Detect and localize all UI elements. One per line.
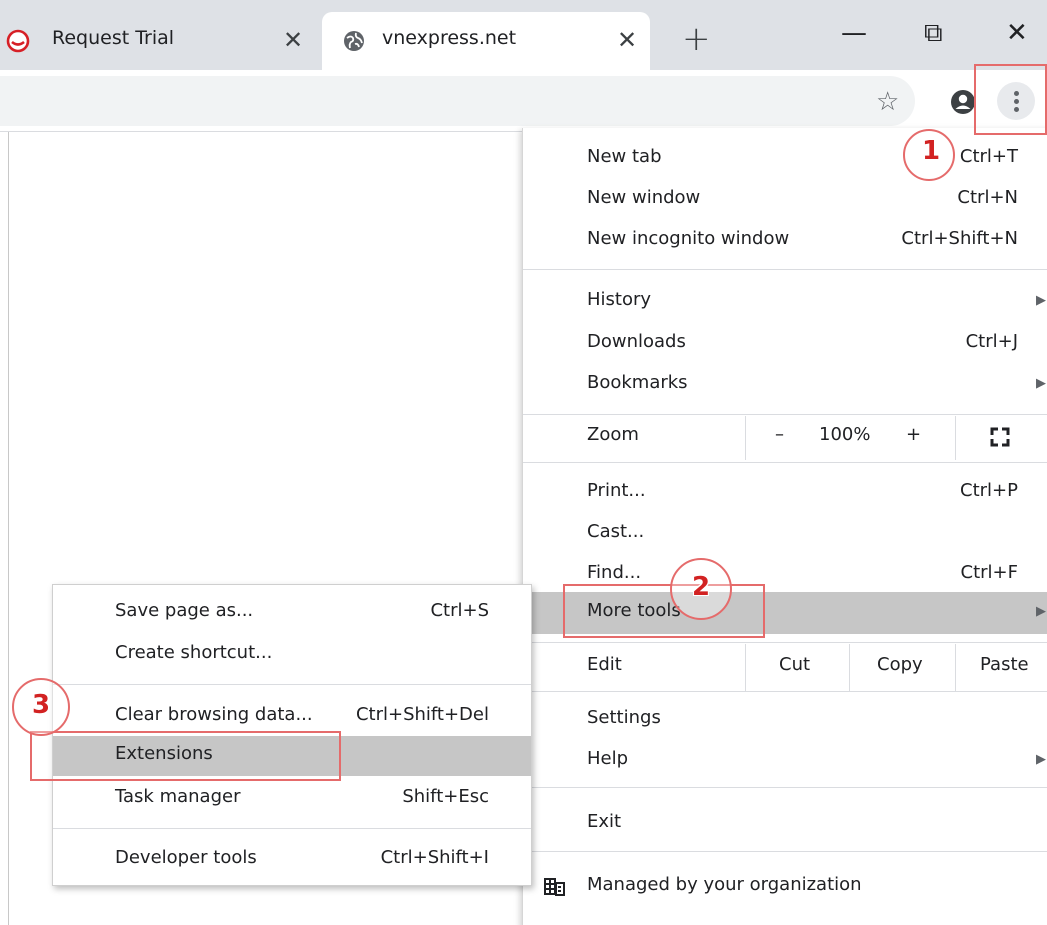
annotation-step2-number: 2 xyxy=(692,572,711,602)
menu-item-history[interactable]: History ▶ xyxy=(523,281,1047,322)
submenu-item-dev-tools[interactable]: Developer tools Ctrl+Shift+I xyxy=(53,840,531,880)
menu-item-exit[interactable]: Exit xyxy=(523,803,1047,844)
managed-label: Managed by your organization xyxy=(587,874,862,895)
menu-item-help[interactable]: Help ▶ xyxy=(523,740,1047,781)
submenu-item-label: Create shortcut... xyxy=(115,642,273,663)
menu-item-bookmarks[interactable]: Bookmarks ▶ xyxy=(523,364,1047,405)
menu-item-label: Cast... xyxy=(587,521,645,542)
menu-separator xyxy=(523,414,1047,415)
cut-button[interactable]: Cut xyxy=(779,654,810,675)
menu-item-shortcut: Ctrl+P xyxy=(960,480,1018,501)
tab-title: Request Trial xyxy=(52,27,175,49)
close-icon[interactable]: ✕ xyxy=(283,27,303,53)
menu-item-shortcut: Ctrl+F xyxy=(960,562,1018,583)
submenu-item-shortcut: Ctrl+S xyxy=(430,600,489,621)
menu-item-new-tab[interactable]: New tab Ctrl+T xyxy=(523,138,1047,179)
submenu-item-shortcut: Ctrl+Shift+I xyxy=(380,847,489,868)
menu-item-label: New incognito window xyxy=(587,228,790,249)
window-close-button[interactable]: ✕ xyxy=(1006,18,1028,48)
edit-row: Edit Cut Copy Paste xyxy=(523,644,1047,691)
zoom-in-button[interactable]: + xyxy=(906,424,921,445)
menu-item-label: Help xyxy=(587,748,629,769)
managed-by-org[interactable]: Managed by your organization xyxy=(523,861,1047,911)
menu-separator xyxy=(523,691,1047,692)
zoom-out-button[interactable]: – xyxy=(775,424,784,445)
submenu-arrow-icon: ▶ xyxy=(1036,604,1046,619)
globe-icon xyxy=(344,31,364,51)
menu-separator xyxy=(523,642,1047,643)
edit-divider xyxy=(849,644,850,691)
submenu-separator xyxy=(53,828,531,829)
menu-item-print[interactable]: Print... Ctrl+P xyxy=(523,472,1047,513)
tab-strip: Request Trial ✕ vnexpress.net ✕ + — ⧉ ✕ xyxy=(0,0,1047,70)
tab-vnexpress[interactable]: vnexpress.net ✕ xyxy=(322,12,650,70)
menu-item-settings[interactable]: Settings xyxy=(523,699,1047,740)
annotation-step1-number: 1 xyxy=(922,136,941,166)
zoom-label: Zoom xyxy=(587,424,639,445)
edit-label: Edit xyxy=(587,654,622,675)
close-icon[interactable]: ✕ xyxy=(617,27,637,53)
menu-item-shortcut: Ctrl+Shift+N xyxy=(901,228,1018,249)
menu-item-label: History xyxy=(587,289,652,310)
submenu-arrow-icon: ▶ xyxy=(1036,376,1046,391)
submenu-item-task-manager[interactable]: Task manager Shift+Esc xyxy=(53,779,531,819)
zoom-divider xyxy=(955,416,956,460)
submenu-item-label: Developer tools xyxy=(115,847,257,868)
annotation-highlight-more-tools xyxy=(563,584,765,638)
menu-item-label: Print... xyxy=(587,480,646,501)
submenu-item-save-page[interactable]: Save page as... Ctrl+S xyxy=(53,593,531,633)
submenu-arrow-icon: ▶ xyxy=(1036,293,1046,308)
fullscreen-icon[interactable] xyxy=(989,426,1011,448)
tab-request-trial[interactable]: Request Trial ✕ xyxy=(0,12,322,70)
menu-separator xyxy=(523,462,1047,463)
zoom-level: 100% xyxy=(819,424,871,445)
building-icon xyxy=(544,878,565,896)
menu-item-label: New window xyxy=(587,187,701,208)
chrome-main-menu: New tab Ctrl+T New window Ctrl+N New inc… xyxy=(522,128,1047,925)
menu-item-cast[interactable]: Cast... xyxy=(523,513,1047,554)
edit-divider xyxy=(955,644,956,691)
minimize-button[interactable]: — xyxy=(841,18,867,48)
address-bar[interactable] xyxy=(0,76,915,126)
tab-title: vnexpress.net xyxy=(382,27,517,49)
menu-item-label: Settings xyxy=(587,707,661,728)
menu-item-downloads[interactable]: Downloads Ctrl+J xyxy=(523,323,1047,364)
menu-separator xyxy=(523,851,1047,852)
submenu-item-label: Task manager xyxy=(115,786,241,807)
zoom-divider xyxy=(745,416,746,460)
paste-button[interactable]: Paste xyxy=(980,654,1029,675)
submenu-separator xyxy=(53,684,531,685)
menu-item-label: New tab xyxy=(587,146,662,167)
submenu-item-label: Save page as... xyxy=(115,600,254,621)
submenu-item-shortcut: Ctrl+Shift+Del xyxy=(355,704,489,725)
menu-item-label: Find... xyxy=(587,562,642,583)
annotation-step3-number: 3 xyxy=(32,690,51,720)
menu-item-shortcut: Ctrl+N xyxy=(957,187,1018,208)
page-content-edge xyxy=(8,132,9,925)
annotation-highlight-extensions xyxy=(30,731,341,781)
menu-item-shortcut: Ctrl+J xyxy=(965,331,1018,352)
edit-divider xyxy=(745,644,746,691)
toolbar: ☆ xyxy=(0,70,1047,132)
menu-item-label: Exit xyxy=(587,811,622,832)
menu-separator xyxy=(523,787,1047,788)
menu-item-shortcut: Ctrl+T xyxy=(959,146,1018,167)
submenu-item-create-shortcut[interactable]: Create shortcut... xyxy=(53,635,531,675)
bookmark-star-icon[interactable]: ☆ xyxy=(876,89,899,115)
menu-item-new-incognito[interactable]: New incognito window Ctrl+Shift+N xyxy=(523,220,1047,261)
red-logo-icon xyxy=(6,29,30,53)
restore-button[interactable]: ⧉ xyxy=(924,18,943,48)
submenu-item-shortcut: Shift+Esc xyxy=(402,786,489,807)
new-tab-button[interactable]: + xyxy=(682,22,711,56)
menu-separator xyxy=(523,269,1047,270)
submenu-item-label: Clear browsing data... xyxy=(115,704,313,725)
menu-item-label: Downloads xyxy=(587,331,686,352)
profile-icon[interactable] xyxy=(950,89,976,115)
annotation-highlight-menu-button xyxy=(974,64,1047,135)
menu-item-label: Bookmarks xyxy=(587,372,688,393)
submenu-arrow-icon: ▶ xyxy=(1036,752,1046,767)
copy-button[interactable]: Copy xyxy=(877,654,923,675)
zoom-row: Zoom – 100% + xyxy=(523,416,1047,460)
menu-item-new-window[interactable]: New window Ctrl+N xyxy=(523,179,1047,220)
